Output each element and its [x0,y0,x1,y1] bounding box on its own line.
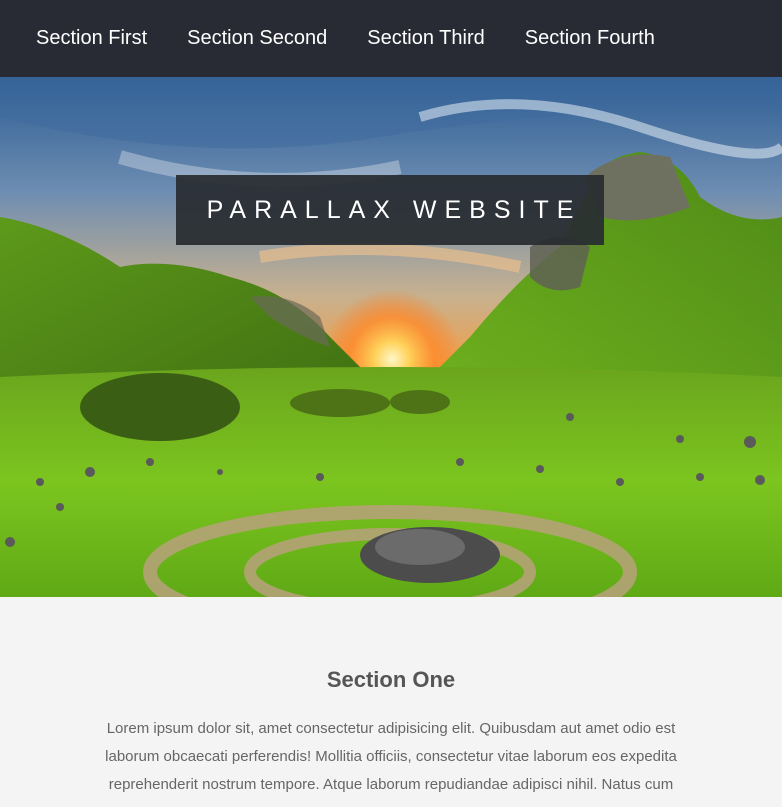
top-navbar: Section First Section Second Section Thi… [0,0,782,77]
section-heading: Section One [326,667,456,692]
hero-title: PARALLAX WEBSITE [176,175,604,245]
nav-link-section-fourth[interactable]: Section Fourth [525,27,655,50]
section-paragraph: Lorem ipsum dolor sit, amet consectetur … [105,720,677,793]
section-one: Section One Lorem ipsum dolor sit, amet … [0,597,782,807]
nav-link-section-third[interactable]: Section Third [367,27,484,50]
nav-link-section-first[interactable]: Section First [36,27,147,50]
landscape-image [0,77,782,597]
hero-section: PARALLAX WEBSITE [0,77,782,597]
nav-link-section-second[interactable]: Section Second [187,27,327,50]
